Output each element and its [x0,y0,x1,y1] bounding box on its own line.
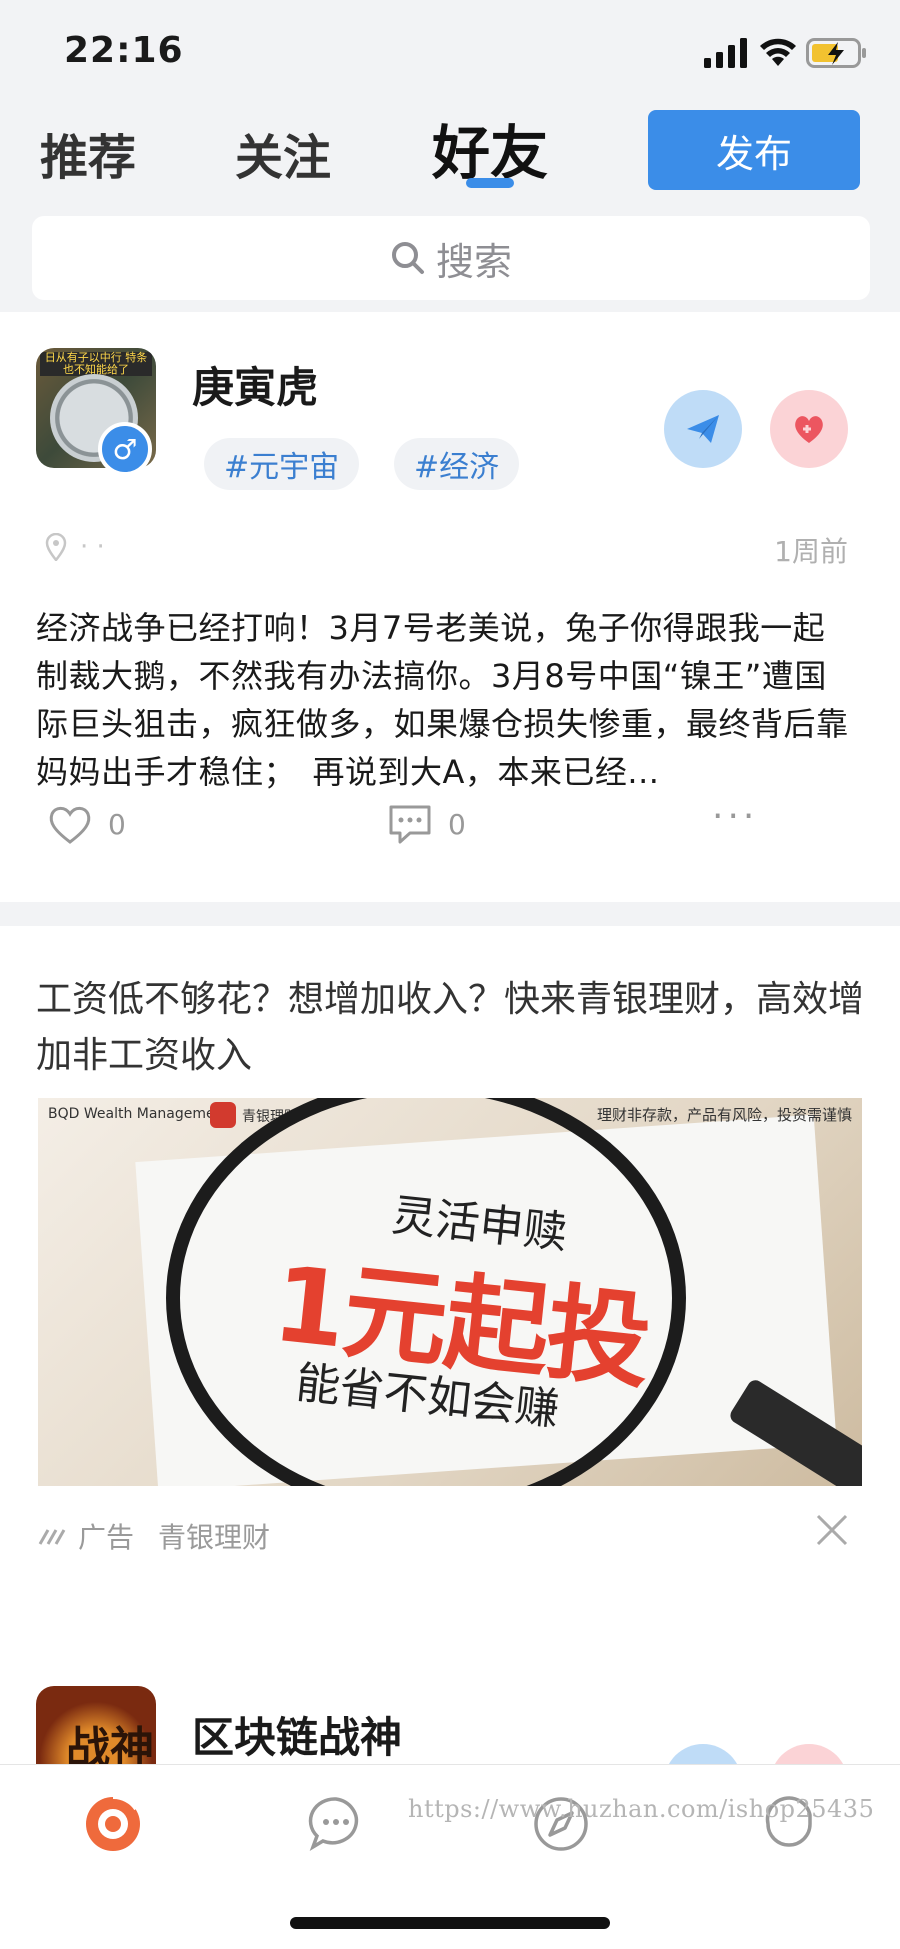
like-button[interactable]: 0 [46,802,126,846]
home-icon[interactable] [82,1793,144,1855]
heart-outline-icon [49,806,91,844]
message-icon[interactable] [305,1793,367,1855]
watermark-text: https://www.huzhan.com/ishop25435 [408,1795,875,1823]
ad-title[interactable]: 工资低不够花？想增加收入？快来青银理财，高效增加非工资收入 [36,972,866,1084]
avatar-glyph: 战神 [66,1723,154,1764]
brand-logo-icon [210,1102,236,1128]
comment-icon [389,805,431,844]
next-post-card[interactable]: 战神 区块链战神 [0,1656,900,1764]
ad-footer: 广告 青银理财 [38,1516,270,1556]
avatar-caption: 日从有子以中行 特条也不知能给了 [40,352,152,376]
location-pin-icon [45,533,67,561]
publish-button[interactable]: 发布 [648,110,860,190]
ad-card[interactable]: 工资低不够花？想增加收入？快来青银理财，高效增加非工资收入 BQD Wealth… [0,926,900,1656]
ad-disclaimer: 理财非存款，产品有风险，投资需谨慎 [596,1106,852,1124]
tab-follow[interactable]: 关注 [235,118,331,188]
location-row: · · [44,532,105,562]
comment-button[interactable]: 0 [386,802,466,846]
ad-marker-icon [38,1529,66,1545]
status-time: 22:16 [64,30,184,71]
tab-recommend[interactable]: 推荐 [40,118,136,188]
post-time: 1周前 [774,535,848,568]
like-user-button[interactable] [770,390,848,468]
location-text: · · [80,532,105,562]
post-content[interactable]: 经济战争已经打响！3月7号老美说，兔子你得跟我一起制裁大鹅，不然我有办法搞你。3… [36,604,856,796]
home-indicator [290,1917,610,1929]
ad-banner-image[interactable]: BQD Wealth Management 青银理财 理财非存款，产品有风险，投… [38,1098,862,1486]
post-username[interactable]: 区块链战神 [192,1704,402,1764]
share-button[interactable] [664,1744,742,1764]
more-options-button[interactable]: ··· [712,796,758,837]
comment-count: 0 [448,807,466,841]
battery-charging-icon [806,38,866,68]
ad-advertiser: 青银理财 [158,1521,271,1554]
close-icon[interactable] [814,1512,850,1548]
search-icon [391,242,424,274]
bottom-tab-bar: https://www.huzhan.com/ishop25435 [0,1764,900,1949]
post-card[interactable]: 日从有子以中行 特条也不知能给了 ♂ 庚寅虎 #元宇宙 #经济 · · 1周前 … [0,312,900,902]
wifi-icon [760,38,796,66]
paper-plane-icon [687,415,719,443]
male-gender-icon: ♂ [98,422,152,476]
avatar[interactable]: 战神 [36,1686,156,1764]
active-tab-indicator [466,178,514,188]
ad-brand: BQD Wealth Management [48,1106,229,1122]
ad-label: 广告 [78,1521,135,1554]
topic-tag[interactable]: #元宇宙 [204,438,360,490]
signal-icon [704,38,747,68]
status-bar: 22:16 [0,0,900,100]
post-actions: 0 0 ··· [0,796,900,858]
post-username[interactable]: 庚寅虎 [192,354,318,415]
heart-plus-icon [795,416,823,443]
search-placeholder: 搜索 [435,239,512,284]
like-count: 0 [108,807,126,841]
search-input[interactable]: 搜索 [32,216,870,300]
like-user-button[interactable] [770,1744,848,1764]
share-button[interactable] [664,390,742,468]
topic-tag[interactable]: #经济 [394,438,520,490]
